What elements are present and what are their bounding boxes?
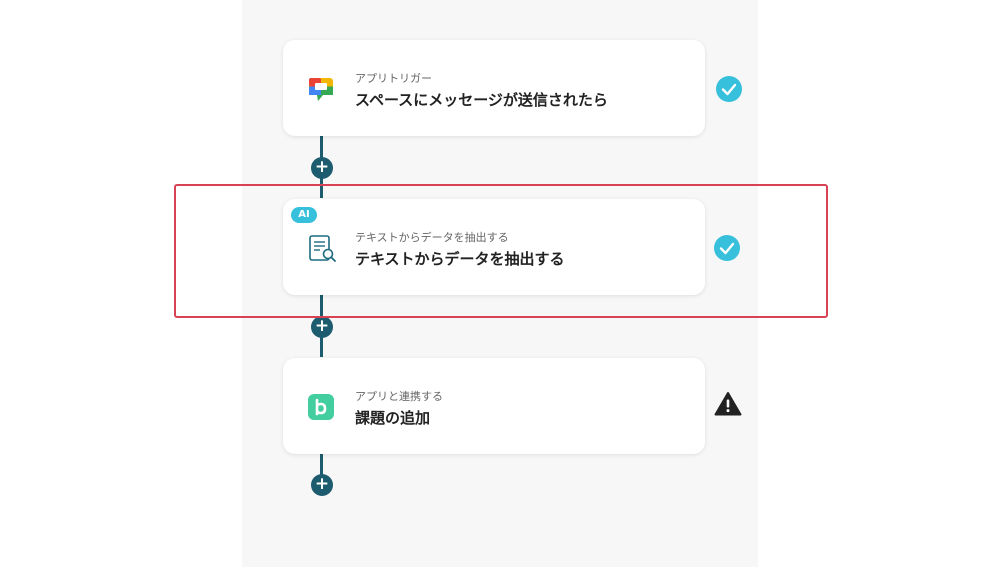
step-type-label: アプリと連携する — [355, 390, 443, 403]
step-title: スペースにメッセージが送信されたら — [355, 91, 608, 109]
add-step-button[interactable]: + — [311, 316, 333, 338]
check-circle-icon — [715, 75, 743, 103]
backlog-icon — [307, 393, 335, 421]
google-chat-icon — [307, 75, 335, 103]
flow-step-card-add-issue[interactable]: アプリと連携する 課題の追加 — [283, 358, 705, 454]
warning-icon — [714, 391, 742, 419]
flow-step-card-trigger[interactable]: アプリトリガー スペースにメッセージが送信されたら — [283, 40, 705, 136]
add-step-button[interactable]: + — [311, 157, 333, 179]
highlight-frame — [174, 184, 828, 318]
step-title: 課題の追加 — [355, 409, 431, 427]
add-step-button[interactable]: + — [311, 474, 333, 496]
step-type-label: アプリトリガー — [355, 72, 432, 85]
